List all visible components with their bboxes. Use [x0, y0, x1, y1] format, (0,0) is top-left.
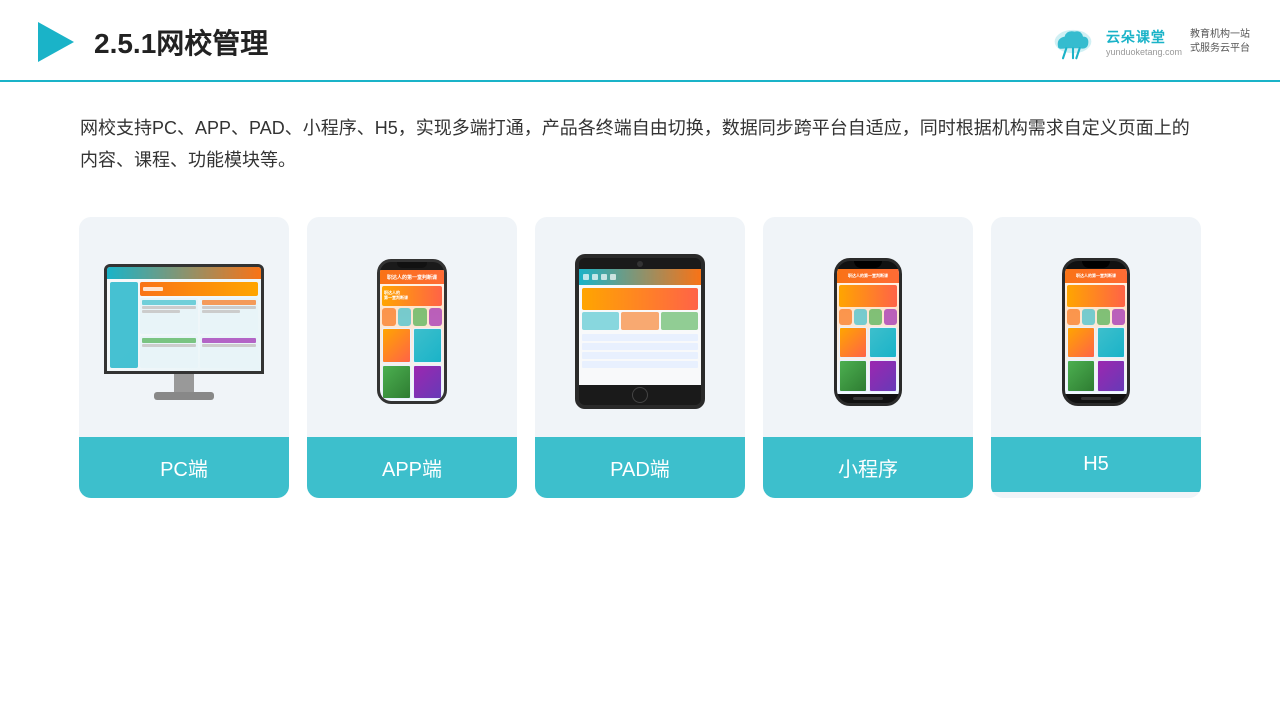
card-pc: PC端: [79, 217, 289, 498]
page-title: 2.5.1网校管理: [94, 22, 268, 62]
logo-slogan: 教育机构一站 式服务云平台: [1190, 28, 1250, 56]
mini-phone-mockup-1: 职达人的第一堂判断课: [834, 258, 902, 406]
tablet-screen: [579, 269, 701, 385]
pad-image-area: [535, 217, 745, 437]
card-pad-label: PAD端: [535, 437, 745, 498]
description-text: 网校支持PC、APP、PAD、小程序、H5，实现多端打通，产品各终端自由切换，数…: [80, 118, 1190, 170]
header-left: 2.5.1网校管理: [30, 18, 268, 66]
monitor: [104, 264, 264, 374]
app-phone-mockup: 职达人的第一堂判断课 职达人的第一堂判断课: [377, 259, 447, 404]
card-app: 职达人的第一堂判断课 职达人的第一堂判断课: [307, 217, 517, 498]
logo-url: yunduoketang.com: [1106, 47, 1182, 57]
miniprogram-image-area: 职达人的第一堂判断课: [763, 217, 973, 437]
mini-screen-1: 职达人的第一堂判断课: [837, 269, 899, 394]
app-image-area: 职达人的第一堂判断课 职达人的第一堂判断课: [307, 217, 517, 437]
card-pad: PAD端: [535, 217, 745, 498]
logo-name: 云朵课堂: [1106, 27, 1166, 47]
header: 2.5.1网校管理 云朵课堂 yunduoketang.com 教育机构一站 式…: [0, 0, 1280, 82]
play-icon: [30, 18, 78, 66]
card-h5: 职达人的第一堂判断课: [991, 217, 1201, 498]
app-phone-screen: 职达人的第一堂判断课 职达人的第一堂判断课: [380, 270, 444, 401]
card-miniprogram-label: 小程序: [763, 437, 973, 498]
h5-image-area: 职达人的第一堂判断课: [991, 217, 1201, 437]
logo-area: 云朵课堂 yunduoketang.com 教育机构一站 式服务云平台: [1048, 22, 1250, 62]
tablet-mockup: [575, 254, 705, 409]
card-app-label: APP端: [307, 437, 517, 498]
logo-text-area: 云朵课堂 yunduoketang.com: [1106, 27, 1182, 57]
pc-mockup: [104, 264, 264, 400]
card-miniprogram: 职达人的第一堂判断课: [763, 217, 973, 498]
card-h5-label: H5: [991, 437, 1201, 492]
pc-image-area: [79, 217, 289, 437]
monitor-screen: [107, 267, 261, 371]
cards-container: PC端 职达人的第一堂判断课 职达人的第一堂判断课: [0, 187, 1280, 528]
cloud-logo-icon: [1048, 22, 1098, 62]
card-pc-label: PC端: [79, 437, 289, 498]
mini-screen-2: 职达人的第一堂判断课: [1065, 269, 1127, 394]
description: 网校支持PC、APP、PAD、小程序、H5，实现多端打通，产品各终端自由切换，数…: [0, 82, 1280, 187]
mini-phone-mockup-2: 职达人的第一堂判断课: [1062, 258, 1130, 406]
